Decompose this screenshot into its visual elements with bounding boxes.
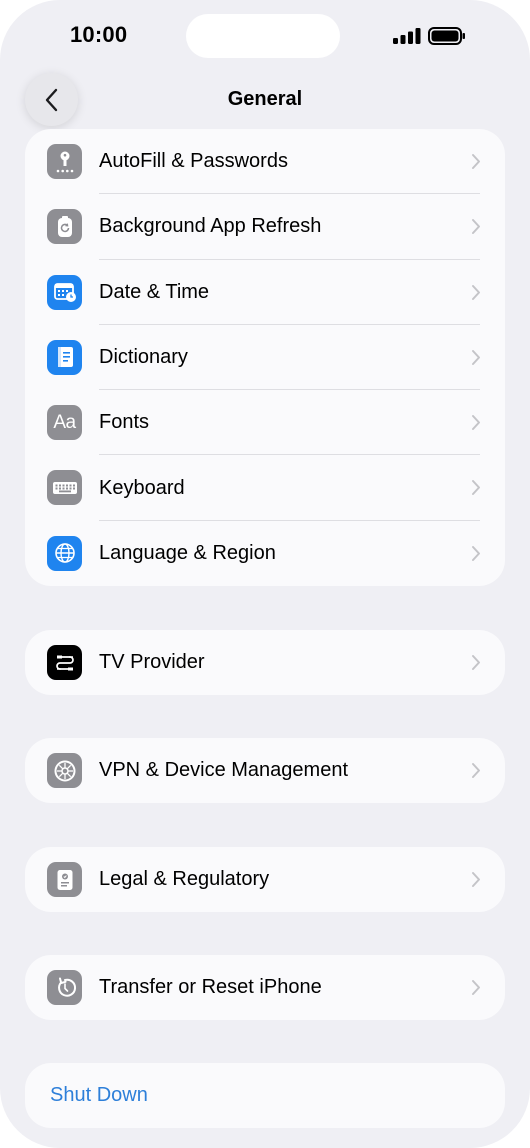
row-label: Fonts [99,411,150,434]
settings-group-tv-provider: TV Provider [25,630,505,695]
chevron-right-icon [472,154,480,169]
row-label: VPN & Device Management [99,759,349,781]
row-label: Dictionary [99,346,188,369]
gear-icon [47,753,82,788]
settings-group-general: AutoFill & Passwords Background App Refr… [25,129,505,586]
chevron-right-icon [472,545,480,561]
chevron-right-icon [472,872,480,887]
row-background-app-refresh[interactable]: Background App Refresh [25,194,505,260]
chevron-right-icon [472,763,480,778]
row-vpn-device-management[interactable]: VPN & Device Management [25,738,505,803]
row-label: Legal & Regulatory [99,868,270,890]
row-transfer-reset-iphone[interactable]: Transfer or Reset iPhone [25,955,505,1020]
row-label: Transfer or Reset iPhone [99,976,322,998]
settings-group-vpn: VPN & Device Management [25,738,505,803]
status-time: 10:00 [70,22,128,47]
reset-icon [47,970,82,1005]
chevron-right-icon [472,349,480,365]
chevron-right-icon [472,415,480,431]
shut-down-label: Shut Down [50,1084,148,1106]
chevron-right-icon [472,480,480,496]
row-language-region[interactable]: Language & Region [25,521,505,586]
chevron-right-icon [472,655,480,670]
settings-group-transfer-reset: Transfer or Reset iPhone [25,955,505,1020]
row-label: TV Provider [99,651,205,673]
row-label: Date & Time [99,280,210,303]
row-date-time[interactable]: Date & Time [25,260,505,325]
calendar-clock-icon [47,274,82,310]
fonts-icon: Aa [47,405,82,441]
chevron-right-icon [472,219,480,235]
settings-group-legal: Legal & Regulatory [25,847,505,912]
row-label: Keyboard [99,476,185,499]
book-icon [47,339,82,375]
globe-icon [47,535,82,571]
row-label: AutoFill & Passwords [99,150,288,173]
row-label: Background App Refresh [99,215,322,238]
document-icon [47,862,82,897]
row-legal-regulatory[interactable]: Legal & Regulatory [25,847,505,912]
row-fonts[interactable]: Aa Fonts [25,390,505,456]
row-tv-provider[interactable]: TV Provider [25,630,505,695]
row-label: Language & Region [99,541,276,564]
battery-icon [428,27,465,45]
refresh-icon [47,209,82,245]
dynamic-island [186,14,340,58]
signal-icon [393,28,421,44]
row-dictionary[interactable]: Dictionary [25,325,505,391]
row-keyboard[interactable]: Keyboard [25,455,505,521]
settings-group-shut-down: Shut Down [25,1063,505,1128]
page-title: General [227,88,303,110]
settings-screen: 10:00 General AutoFill & Passwords Backg… [0,0,530,1148]
chevron-right-icon [472,980,480,995]
key-icon [47,144,82,179]
tv-provider-icon [47,645,82,680]
keyboard-icon [47,470,82,506]
row-autofill-passwords[interactable]: AutoFill & Passwords [25,129,505,195]
shut-down-button[interactable]: Shut Down [25,1063,505,1128]
chevron-right-icon [472,284,480,300]
